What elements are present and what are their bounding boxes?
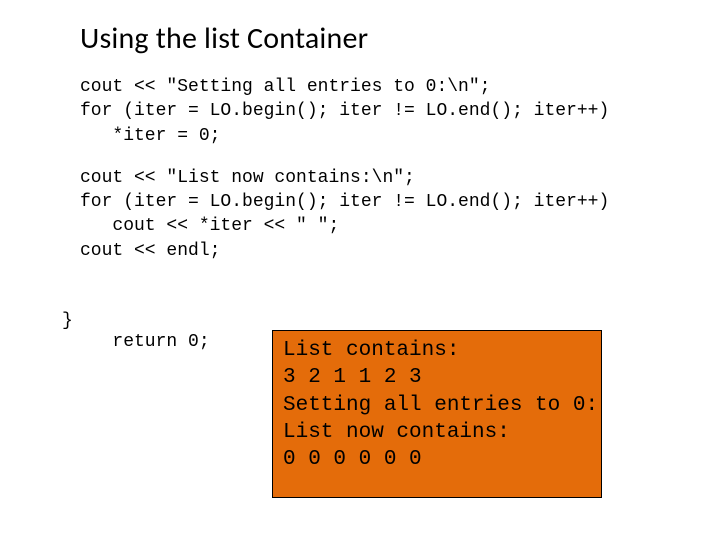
code-block-2: cout << "List now contains:\n"; for (ite… <box>80 166 660 263</box>
code-block-1: cout << "Setting all entries to 0:\n"; f… <box>80 75 660 148</box>
slide-title: Using the list Container <box>80 20 660 57</box>
close-brace: } <box>62 309 73 333</box>
program-output-box: List contains: 3 2 1 1 2 3 Setting all e… <box>272 330 602 498</box>
